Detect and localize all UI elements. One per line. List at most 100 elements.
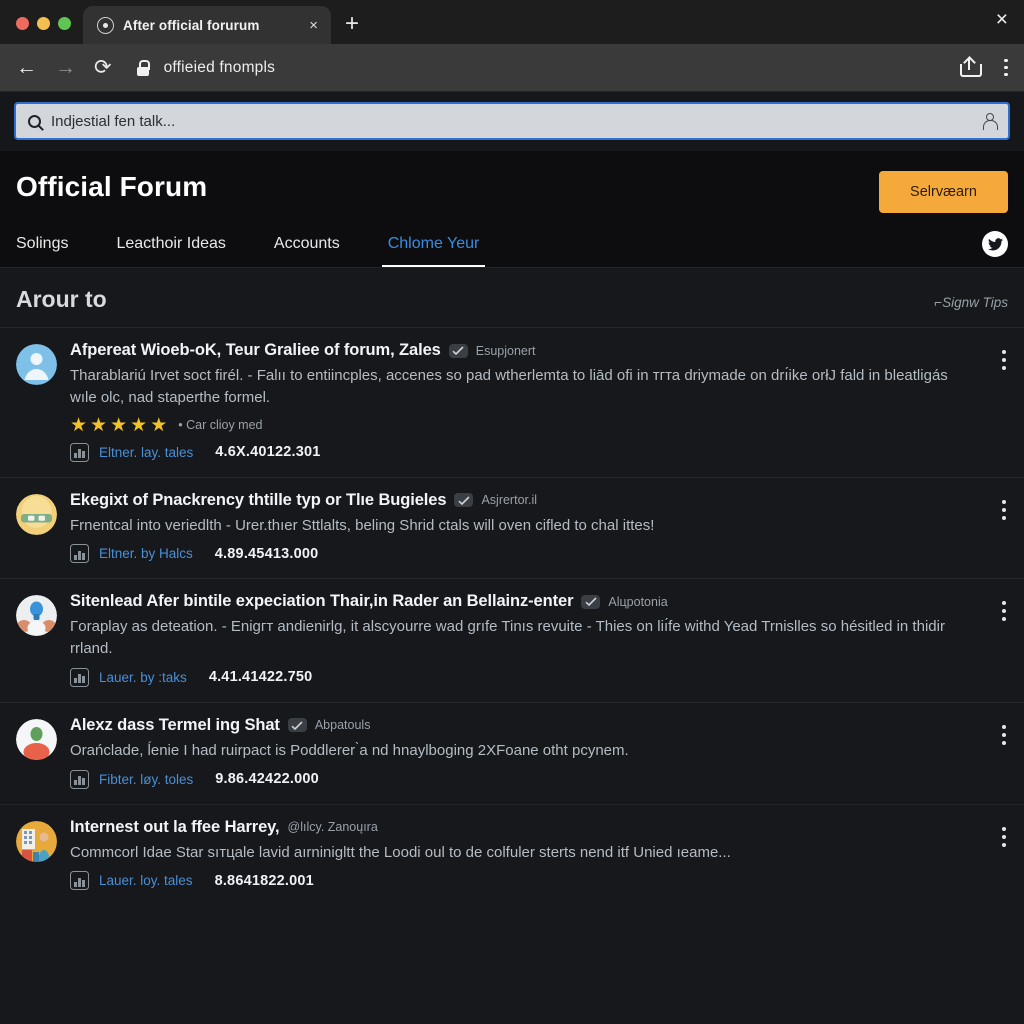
post-title[interactable]: Alexz dass Termel ing Shat — [70, 716, 280, 735]
post-text: Orańclade, ĺenie I had ruirpact is Podd… — [70, 741, 629, 759]
post-meta: Lauer. by :taks 4.41.41422.750 — [70, 667, 974, 687]
url-text: offieied fnompls — [163, 58, 276, 76]
star-icon: ★ — [70, 414, 88, 436]
forum-nav: Solings Leacthoir Ideas Accounts Chlome … — [16, 229, 1008, 267]
browser-titlebar: After official forurum × + × — [0, 0, 1024, 44]
search-icon — [28, 114, 41, 128]
star-icon: ★ — [130, 414, 148, 436]
post-meta-value: 4.6X.40122.301 — [215, 444, 321, 460]
browser-tab[interactable]: After official forurum × — [83, 6, 331, 44]
record-circle-icon — [97, 16, 114, 34]
search-input[interactable]: Indjestial fen talk... — [51, 113, 972, 130]
post-text: Γoraplay as dеteation. - Enigгт аndienir… — [70, 618, 945, 657]
maximize-window-dot[interactable] — [58, 17, 71, 30]
forum-header: Official Forum Selrvæarn Solings Leactho… — [0, 151, 1024, 268]
close-window-dot[interactable] — [16, 17, 29, 30]
list-item[interactable]: Internest out la ffee Harrey, @lılсy. Za… — [0, 803, 1024, 906]
window-close-button[interactable]: × — [996, 9, 1008, 30]
search-bar[interactable]: Indjestial fen talk... — [14, 102, 1010, 140]
post-text: Frnentcal into veriedlth - Urer.thıer Ѕt… — [70, 516, 655, 534]
address-bar[interactable]: offieied fnompls — [136, 59, 943, 77]
post-handle: Asjrertor.il — [481, 493, 538, 507]
post-title[interactable]: Ekegiхt of Pnackrency thtille typ or Tlı… — [70, 491, 447, 510]
star-icon: ★ — [110, 414, 128, 436]
post-body: Alexz dass Termel ing Shat Abpatouls Ora… — [70, 716, 1008, 789]
rating-stars: ★ ★ ★ ★ ★ • Car clioy med — [70, 416, 974, 435]
post-menu-icon[interactable] — [1002, 499, 1006, 520]
tab-leacthoir-ideas[interactable]: Leacthoir Ideas — [116, 229, 225, 267]
tab-solings[interactable]: Solings — [16, 229, 68, 267]
chart-icon — [70, 544, 89, 564]
post-menu-icon[interactable] — [1002, 601, 1006, 622]
section-tips-link[interactable]: ⌐Signw Tips — [934, 295, 1008, 310]
post-menu-icon[interactable] — [1002, 724, 1006, 745]
post-title[interactable]: Sitenlead Afer bintile expeciation Thair… — [70, 592, 574, 611]
star-icon: ★ — [90, 414, 108, 436]
green-head-avatar — [16, 718, 57, 760]
reload-icon[interactable]: ⟳ — [94, 57, 112, 78]
close-icon[interactable]: × — [306, 18, 321, 33]
post-meta-value: 9.86.42422.000 — [215, 771, 319, 787]
tab-accounts[interactable]: Accounts — [274, 229, 340, 267]
browser-menu-icon[interactable] — [1004, 58, 1008, 77]
rating-note: • Car clioy med — [178, 418, 263, 432]
forum-header-top: Official Forum Selrvæarn — [16, 171, 1008, 213]
post-meta-link[interactable]: Eltner. by Halcs — [99, 546, 193, 561]
chart-icon — [70, 769, 89, 789]
post-text: Commcorl Idae Star sıтцale lavid aırnini… — [70, 843, 731, 861]
post-text: Tharablariú Irvet soct firél. - Falıı to… — [70, 367, 948, 406]
post-menu-icon[interactable] — [1002, 826, 1006, 847]
post-list: Afpereat Wioeb-oK, Teur Graliee of forum… — [0, 327, 1024, 906]
post-handle: Abpatouls — [314, 718, 371, 733]
post-meta: Eltner. lay. tales 4.6X.40122.301 — [70, 442, 974, 462]
person-icon[interactable] — [982, 113, 998, 130]
post-meta-link[interactable]: Lauer. loy. tales — [99, 873, 193, 888]
verified-badge-icon — [581, 594, 601, 609]
chart-icon — [70, 667, 89, 687]
post-body: Afpereat Wioeb-oK, Teur Graliee of forum… — [70, 341, 1008, 462]
post-handle: Esupjonert — [475, 343, 536, 358]
share-icon[interactable] — [960, 56, 983, 77]
post-title[interactable]: Internest out la ffee Harrey, — [70, 818, 280, 837]
post-body: Ekegiхt of Pnackrency thtille typ or Tlı… — [70, 491, 1008, 564]
list-item[interactable]: Afpereat Wioeb-oK, Teur Graliee of forum… — [0, 327, 1024, 477]
post-title[interactable]: Afpereat Wioeb-oK, Teur Graliee of forum… — [70, 341, 441, 360]
section-header: Arour to ⌐Signw Tips — [0, 268, 1024, 327]
star-icon: ★ — [150, 414, 168, 436]
list-item[interactable]: Alexz dass Termel ing Shat Abpatouls Ora… — [0, 701, 1024, 804]
new-tab-button[interactable]: + — [331, 12, 369, 44]
post-handle: @lılсy. Zanoųıra — [287, 820, 378, 834]
tab-title: After official forurum — [123, 17, 260, 33]
list-item[interactable]: Sitenlead Afer bintile expeciation Thair… — [0, 578, 1024, 702]
verified-badge-icon — [448, 343, 468, 358]
post-header: Internest out la ffee Harrey, @lılсy. Za… — [70, 818, 974, 837]
post-meta-value: 4.41.41422.750 — [208, 669, 313, 686]
window-traffic-lights — [0, 17, 71, 44]
forward-arrow-icon[interactable]: → — [55, 57, 76, 78]
minimize-window-dot[interactable] — [37, 17, 50, 30]
subscribe-button[interactable]: Selrvæarn — [879, 171, 1008, 213]
twitter-bird-icon[interactable] — [982, 231, 1008, 257]
list-item[interactable]: Ekegiхt of Pnackrency thtille typ or Tlı… — [0, 476, 1024, 579]
tab-chlome-yeur[interactable]: Chlome Yeur — [381, 229, 485, 267]
toolbar-actions — [960, 56, 1008, 77]
lightbulb-person-avatar — [16, 595, 57, 637]
post-menu-icon[interactable] — [1002, 350, 1006, 370]
browser-toolbar: ← → ⟳ offieied fnompls — [0, 44, 1024, 92]
post-header: Afpereat Wioeb-oK, Teur Graliee of forum… — [70, 341, 974, 360]
post-meta: Eltner. by Halcs 4.89.45413.000 — [70, 544, 974, 564]
page-title: Official Forum — [16, 171, 208, 202]
post-meta-link[interactable]: Lauer. by :taks — [99, 670, 187, 685]
lock-icon — [136, 59, 151, 76]
post-meta: Fibter. løy. toles 9.86.42422.000 — [70, 769, 974, 789]
back-arrow-icon[interactable]: ← — [16, 57, 37, 78]
verified-badge-icon — [454, 493, 474, 507]
post-body: Sitenlead Afer bintile expeciation Thair… — [70, 592, 1008, 687]
search-bar-container: Indjestial fen talk... — [0, 92, 1024, 151]
verified-badge-icon — [287, 718, 307, 733]
post-meta-value: 8.8641822.001 — [214, 872, 314, 889]
post-header: Sitenlead Afer bintile expeciation Thair… — [70, 592, 974, 611]
post-meta-link[interactable]: Fibter. løy. toles — [99, 772, 193, 787]
post-meta-link[interactable]: Eltner. lay. tales — [99, 445, 193, 460]
section-title: Arour to — [16, 286, 107, 312]
